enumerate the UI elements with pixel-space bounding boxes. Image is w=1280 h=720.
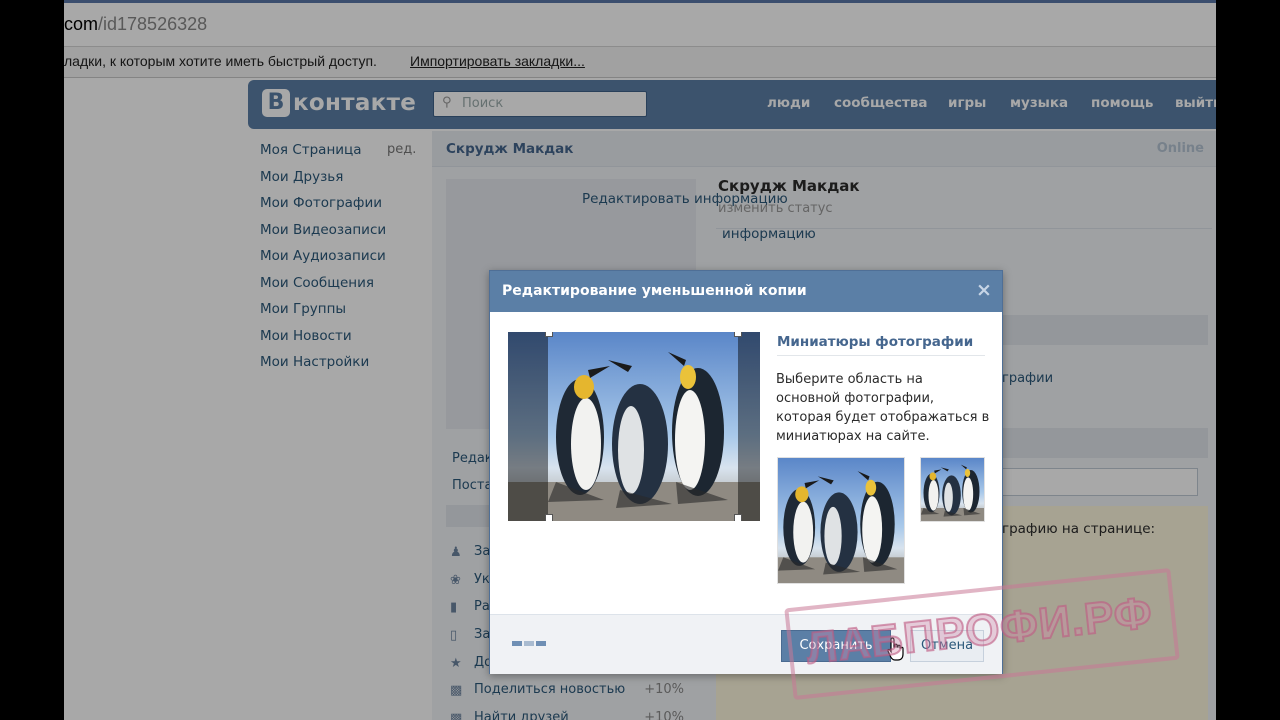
dialog-title-bar: Редактирование уменьшенной копии × xyxy=(490,271,1002,312)
dialog-title: Редактирование уменьшенной копии xyxy=(502,283,807,299)
crop-shade-right xyxy=(738,332,760,521)
watermark-text: ЛАБПРОФИ.РФ xyxy=(803,587,1156,674)
thumbnails-description: Выберите область на основной фотографии,… xyxy=(776,372,990,444)
thumbnail-small xyxy=(920,457,985,522)
thumbnail-large xyxy=(777,457,905,584)
screen: com/id178526328 ладки, к которым хотите … xyxy=(64,0,1216,720)
main-photo-crop[interactable] xyxy=(508,332,760,521)
crop-handle[interactable] xyxy=(545,514,553,521)
thumbnails-title: Миниатюры фотографии xyxy=(777,334,974,350)
close-icon[interactable]: × xyxy=(974,280,994,300)
loading-indicator xyxy=(512,641,546,646)
thumbnail-small-image xyxy=(921,458,984,521)
thumbnail-large-image xyxy=(778,458,904,583)
crop-handle[interactable] xyxy=(734,332,742,337)
crop-handle[interactable] xyxy=(545,332,553,337)
crop-handle[interactable] xyxy=(734,514,742,521)
loading-dot xyxy=(536,641,546,646)
crop-shade-left xyxy=(508,332,548,521)
loading-dot xyxy=(512,641,522,646)
divider xyxy=(777,355,985,356)
loading-dot xyxy=(524,641,534,646)
